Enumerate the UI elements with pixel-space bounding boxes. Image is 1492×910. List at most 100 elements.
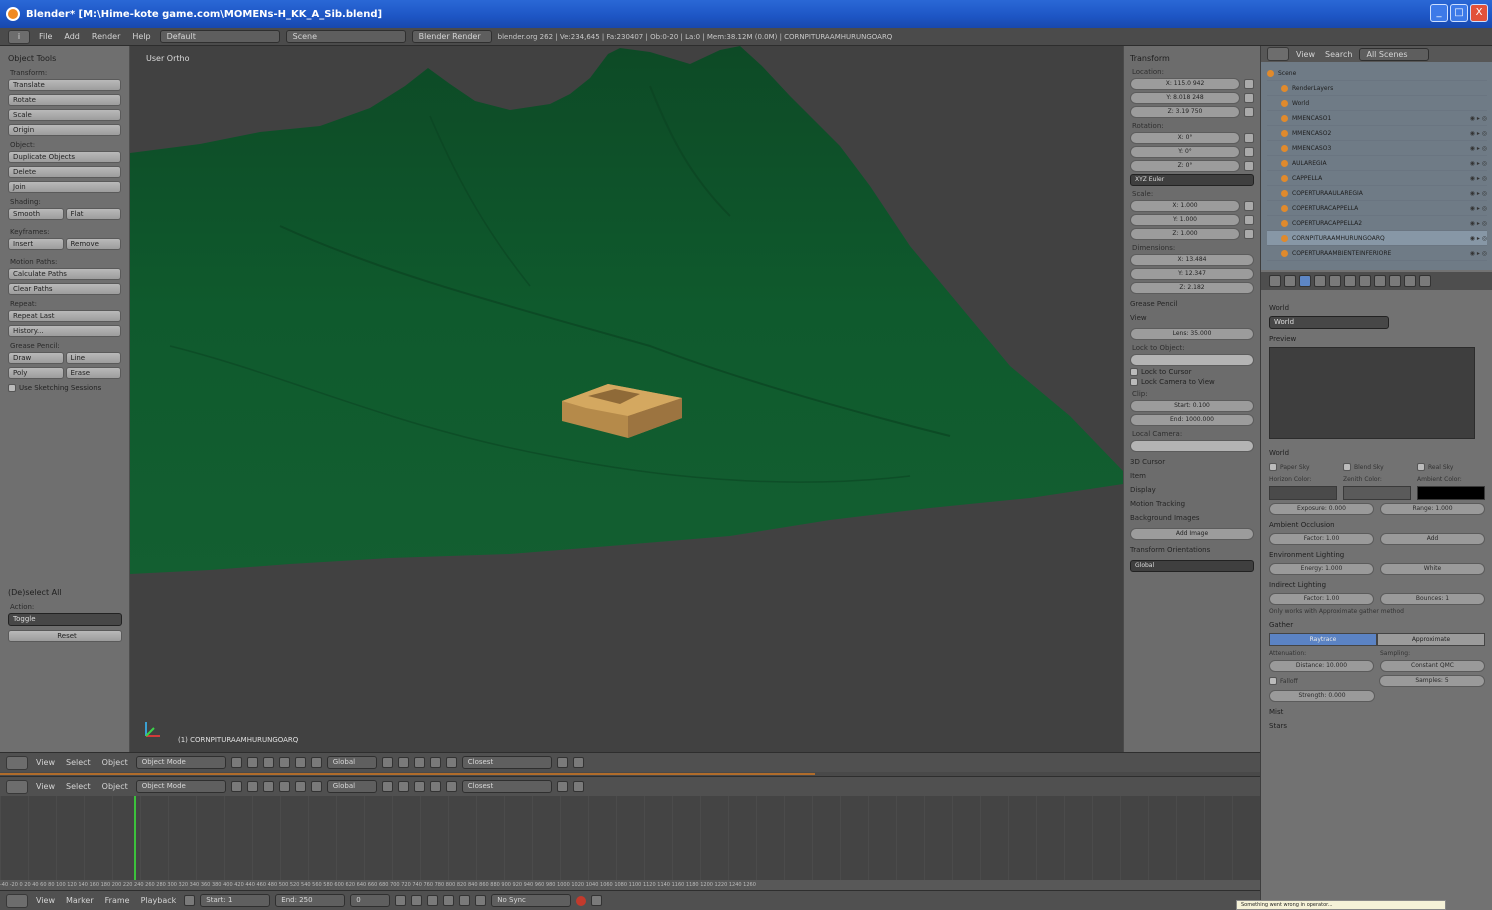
jump-end-icon[interactable]: [475, 895, 487, 906]
lock-icon[interactable]: [413, 781, 425, 792]
dimensions-y-field[interactable]: Y: 12.347: [1130, 268, 1254, 280]
play-icon[interactable]: [443, 895, 455, 906]
paper-sky-checkbox[interactable]: Paper Sky: [1269, 463, 1337, 471]
lock-icon[interactable]: [1244, 215, 1254, 225]
current-frame-indicator[interactable]: [134, 796, 136, 880]
layers-icon[interactable]: [381, 757, 393, 768]
translate-manipulator-icon[interactable]: [278, 757, 290, 768]
manipulator-icon[interactable]: [262, 781, 274, 792]
menu-add[interactable]: Add: [61, 32, 83, 41]
viewport-shading-icon[interactable]: [230, 781, 242, 792]
play-reverse-icon[interactable]: [427, 895, 439, 906]
range-field[interactable]: Range: 1.000: [1380, 503, 1485, 515]
layers-icon[interactable]: [397, 781, 409, 792]
rotation-y-field[interactable]: Y: 0°: [1130, 146, 1240, 158]
editor-type-button[interactable]: [6, 779, 28, 794]
dimensions-z-field[interactable]: Z: 2.182: [1130, 282, 1254, 294]
clip-start-field[interactable]: Start: 0.100: [1130, 400, 1254, 412]
grease-pencil-panel-header[interactable]: Grease Pencil: [1130, 300, 1254, 308]
menu-playback[interactable]: Playback: [138, 896, 180, 905]
screen-layout-select[interactable]: Default: [159, 30, 280, 43]
indirect-factor-field[interactable]: Factor: 1.00: [1269, 593, 1374, 605]
object-tools-header[interactable]: Object Tools: [8, 54, 121, 63]
dimensions-x-field[interactable]: X: 13.484: [1130, 254, 1254, 266]
scale-manipulator-icon[interactable]: [310, 757, 322, 768]
outliner-row[interactable]: COPERTURAAMBIENTEINFERIORE ◉ ▸ ◎: [1267, 246, 1487, 261]
visibility-icons[interactable]: ◉ ▸ ◎: [1470, 205, 1487, 212]
outliner-row[interactable]: MMENCASO2 ◉ ▸ ◎: [1267, 126, 1487, 141]
item-panel-header[interactable]: Item: [1130, 472, 1254, 480]
menu-view[interactable]: View: [33, 782, 58, 791]
flat-button[interactable]: Flat: [65, 208, 121, 220]
outliner-row[interactable]: COPERTURACAPPELLA ◉ ▸ ◎: [1267, 201, 1487, 216]
use-sketching-sessions-checkbox[interactable]: Use Sketching Sessions: [8, 384, 121, 392]
manipulator-icon[interactable]: [262, 757, 274, 768]
lock-icon[interactable]: [1244, 201, 1254, 211]
data-tab-icon[interactable]: [1359, 275, 1371, 287]
poly-button[interactable]: Poly: [8, 367, 64, 379]
minimize-button[interactable]: _: [1430, 4, 1448, 22]
rotation-mode-select[interactable]: XYZ Euler: [1130, 174, 1254, 186]
outliner-row[interactable]: COPERTURAAULAREGIA ◉ ▸ ◎: [1267, 186, 1487, 201]
approximate-option[interactable]: Approximate: [1377, 633, 1485, 646]
physics-tab-icon[interactable]: [1419, 275, 1431, 287]
preview-range-icon[interactable]: [184, 895, 196, 906]
outliner-row[interactable]: World: [1267, 96, 1487, 111]
outliner-row[interactable]: AULAREGIA ◉ ▸ ◎: [1267, 156, 1487, 171]
location-x-field[interactable]: X: 115.0 942: [1130, 78, 1240, 90]
visibility-icons[interactable]: ◉ ▸ ◎: [1470, 250, 1487, 257]
menu-view[interactable]: View: [33, 896, 58, 905]
layers-icon[interactable]: [397, 757, 409, 768]
menu-object[interactable]: Object: [99, 782, 131, 791]
snap-icon[interactable]: [445, 781, 457, 792]
env-color-select[interactable]: White: [1380, 563, 1485, 575]
end-frame-field[interactable]: End: 250: [275, 894, 346, 907]
lock-object-field[interactable]: [1130, 354, 1254, 366]
checkbox-icon[interactable]: [1417, 463, 1425, 471]
translate-button[interactable]: Translate: [8, 79, 121, 91]
raytrace-option[interactable]: Raytrace: [1269, 633, 1377, 646]
scene-tab-icon[interactable]: [1284, 275, 1296, 287]
maximize-button[interactable]: □: [1450, 4, 1468, 22]
visibility-icons[interactable]: ◉ ▸ ◎: [1470, 115, 1487, 122]
motion-tracking-panel-header[interactable]: Motion Tracking: [1130, 500, 1254, 508]
checkbox-icon[interactable]: [1130, 368, 1138, 376]
render-anim-icon[interactable]: [572, 781, 584, 792]
editor-type-button[interactable]: [6, 893, 28, 908]
distance-field[interactable]: Distance: 10.000: [1269, 660, 1374, 672]
rotate-manipulator-icon[interactable]: [294, 781, 306, 792]
render-icon[interactable]: [556, 757, 568, 768]
current-frame-field[interactable]: 0: [350, 894, 391, 907]
reset-button[interactable]: Reset: [8, 630, 122, 642]
object-tab-icon[interactable]: [1314, 275, 1326, 287]
lock-icon[interactable]: [1244, 93, 1254, 103]
render-anim-icon[interactable]: [572, 757, 584, 768]
ao-mode-select[interactable]: Add: [1380, 533, 1485, 545]
orientation-select[interactable]: Global: [1130, 560, 1254, 572]
sync-mode-select[interactable]: No Sync: [491, 894, 572, 907]
3d-cursor-panel-header[interactable]: 3D Cursor: [1130, 458, 1254, 466]
outliner-editor-button[interactable]: [1267, 47, 1289, 61]
particles-tab-icon[interactable]: [1404, 275, 1416, 287]
location-y-field[interactable]: Y: 8.018 248: [1130, 92, 1240, 104]
outliner-row-selected[interactable]: CORNPITURAAMHURUNGOARQ ◉ ▸ ◎: [1267, 231, 1487, 246]
join-button[interactable]: Join: [8, 181, 121, 193]
env-energy-field[interactable]: Energy: 1.000: [1269, 563, 1374, 575]
timeline-ruler[interactable]: -40 -20 0 20 40 60 80 100 120 140 160 18…: [0, 880, 1260, 890]
texture-tab-icon[interactable]: [1389, 275, 1401, 287]
outliner-menu-search[interactable]: Search: [1322, 50, 1355, 59]
menu-object[interactable]: Object: [99, 758, 131, 767]
horizon-color-swatch[interactable]: [1269, 486, 1337, 500]
world-panel-header[interactable]: World: [1269, 449, 1485, 457]
visibility-icons[interactable]: ◉ ▸ ◎: [1470, 190, 1487, 197]
clip-end-field[interactable]: End: 1000.000: [1130, 414, 1254, 426]
menu-frame[interactable]: Frame: [102, 896, 133, 905]
transform-panel-header[interactable]: Transform: [1130, 54, 1254, 63]
insert-keyframe-button[interactable]: Insert: [8, 238, 64, 250]
rotate-manipulator-icon[interactable]: [294, 757, 306, 768]
constraints-tab-icon[interactable]: [1329, 275, 1341, 287]
editor-type-button[interactable]: [6, 755, 28, 770]
add-image-button[interactable]: Add Image: [1130, 528, 1254, 540]
select-all-header[interactable]: (De)select All: [8, 588, 122, 597]
real-sky-checkbox[interactable]: Real Sky: [1417, 463, 1485, 471]
